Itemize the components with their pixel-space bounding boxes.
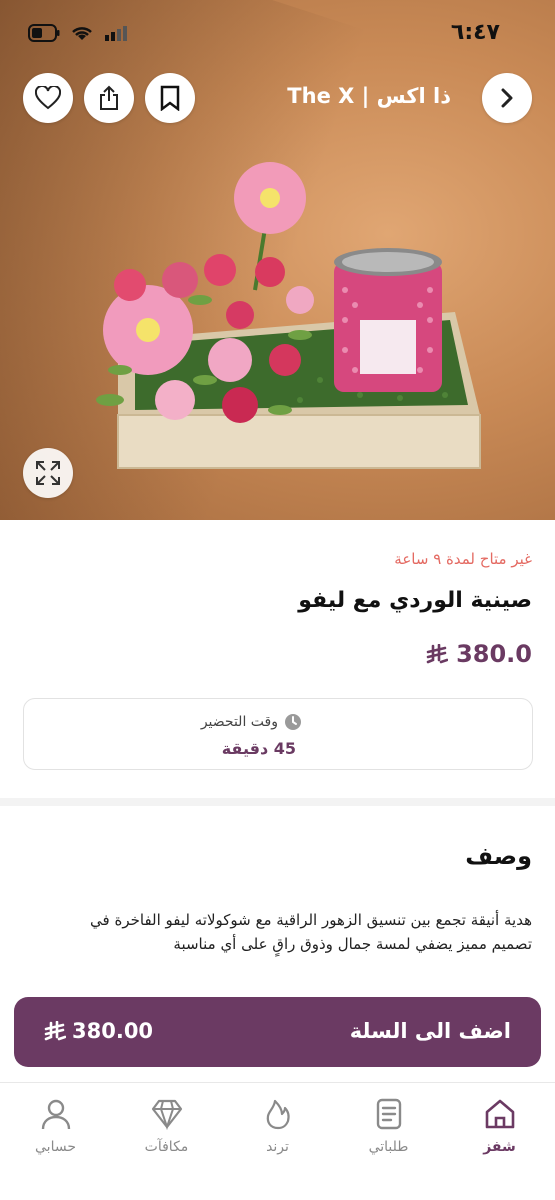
person-icon — [41, 1099, 70, 1130]
cart-price: 380.00 — [44, 1019, 153, 1043]
nav-label-account: حسابي — [35, 1139, 76, 1155]
orders-icon — [376, 1098, 401, 1130]
nav-label-home: شفز — [483, 1139, 516, 1155]
store-logo[interactable] — [145, 73, 195, 123]
expand-image-button[interactable] — [23, 448, 73, 498]
availability-status: غير متاح لمدة ٩ ساعة — [394, 550, 532, 568]
prep-time-value: 45 دقيقة — [221, 739, 296, 758]
nav-label-trend: ترند — [266, 1139, 289, 1155]
expand-icon — [36, 461, 60, 485]
wifi-icon — [72, 27, 92, 40]
product-photo — [96, 162, 481, 469]
back-button[interactable] — [482, 73, 532, 123]
prep-time-label: وقت التحضير — [200, 714, 278, 730]
nav-label-rewards: مكافآت — [144, 1139, 189, 1155]
nav-item-home[interactable]: شفز — [444, 1083, 555, 1200]
nav-item-orders[interactable]: طلباتي — [333, 1083, 444, 1200]
riyal-icon — [426, 644, 449, 664]
status-bar: ٦:٤٧ — [0, 0, 555, 66]
status-time: ٦:٤٧ — [450, 20, 500, 45]
battery-icon — [28, 24, 60, 42]
bottom-nav: شفز طلباتي ترند مكافآت حسابي — [0, 1082, 555, 1200]
chevron-right-icon — [501, 88, 513, 108]
nav-item-account[interactable]: حسابي — [0, 1083, 111, 1200]
flame-icon — [266, 1099, 290, 1130]
status-icons — [28, 24, 128, 42]
clock-icon — [285, 714, 301, 730]
product-title: صينية الوردي مع ليفو — [298, 588, 532, 613]
share-button[interactable] — [84, 73, 134, 123]
prep-time-card: وقت التحضير 45 دقيقة — [23, 698, 533, 770]
product-image[interactable]: ٦:٤٧ The X | ذا اكس — [0, 0, 555, 520]
nav-item-rewards[interactable]: مكافآت — [111, 1083, 222, 1200]
prep-time-label-row: وقت التحضير — [201, 713, 302, 731]
product-price: 380.0 — [426, 640, 532, 668]
heart-icon — [35, 86, 61, 110]
home-icon — [485, 1099, 514, 1129]
nav-item-trend[interactable]: ترند — [222, 1083, 333, 1200]
add-to-cart-button[interactable]: اضف الى السلة 380.00 — [14, 997, 541, 1067]
section-divider — [0, 798, 555, 806]
description-text: هدية أنيقة تجمع بين تنسيق الزهور الراقية… — [90, 911, 532, 953]
signal-icon — [105, 26, 127, 41]
diamond-icon — [151, 1099, 182, 1131]
nav-label-orders: طلباتي — [368, 1139, 409, 1155]
cart-price-value: 380.00 — [72, 1019, 154, 1043]
price-value: 380.0 — [456, 640, 532, 668]
riyal-icon — [44, 1021, 66, 1041]
description-title: وصف — [465, 842, 532, 870]
store-name[interactable]: The X | ذا اكس — [287, 84, 451, 108]
share-icon — [100, 85, 118, 110]
cart-bar: اضف الى السلة 380.00 — [0, 990, 555, 1080]
favorite-button[interactable] — [23, 73, 73, 123]
bookmark-icon — [160, 85, 180, 111]
add-to-cart-label: اضف الى السلة — [349, 1019, 511, 1043]
